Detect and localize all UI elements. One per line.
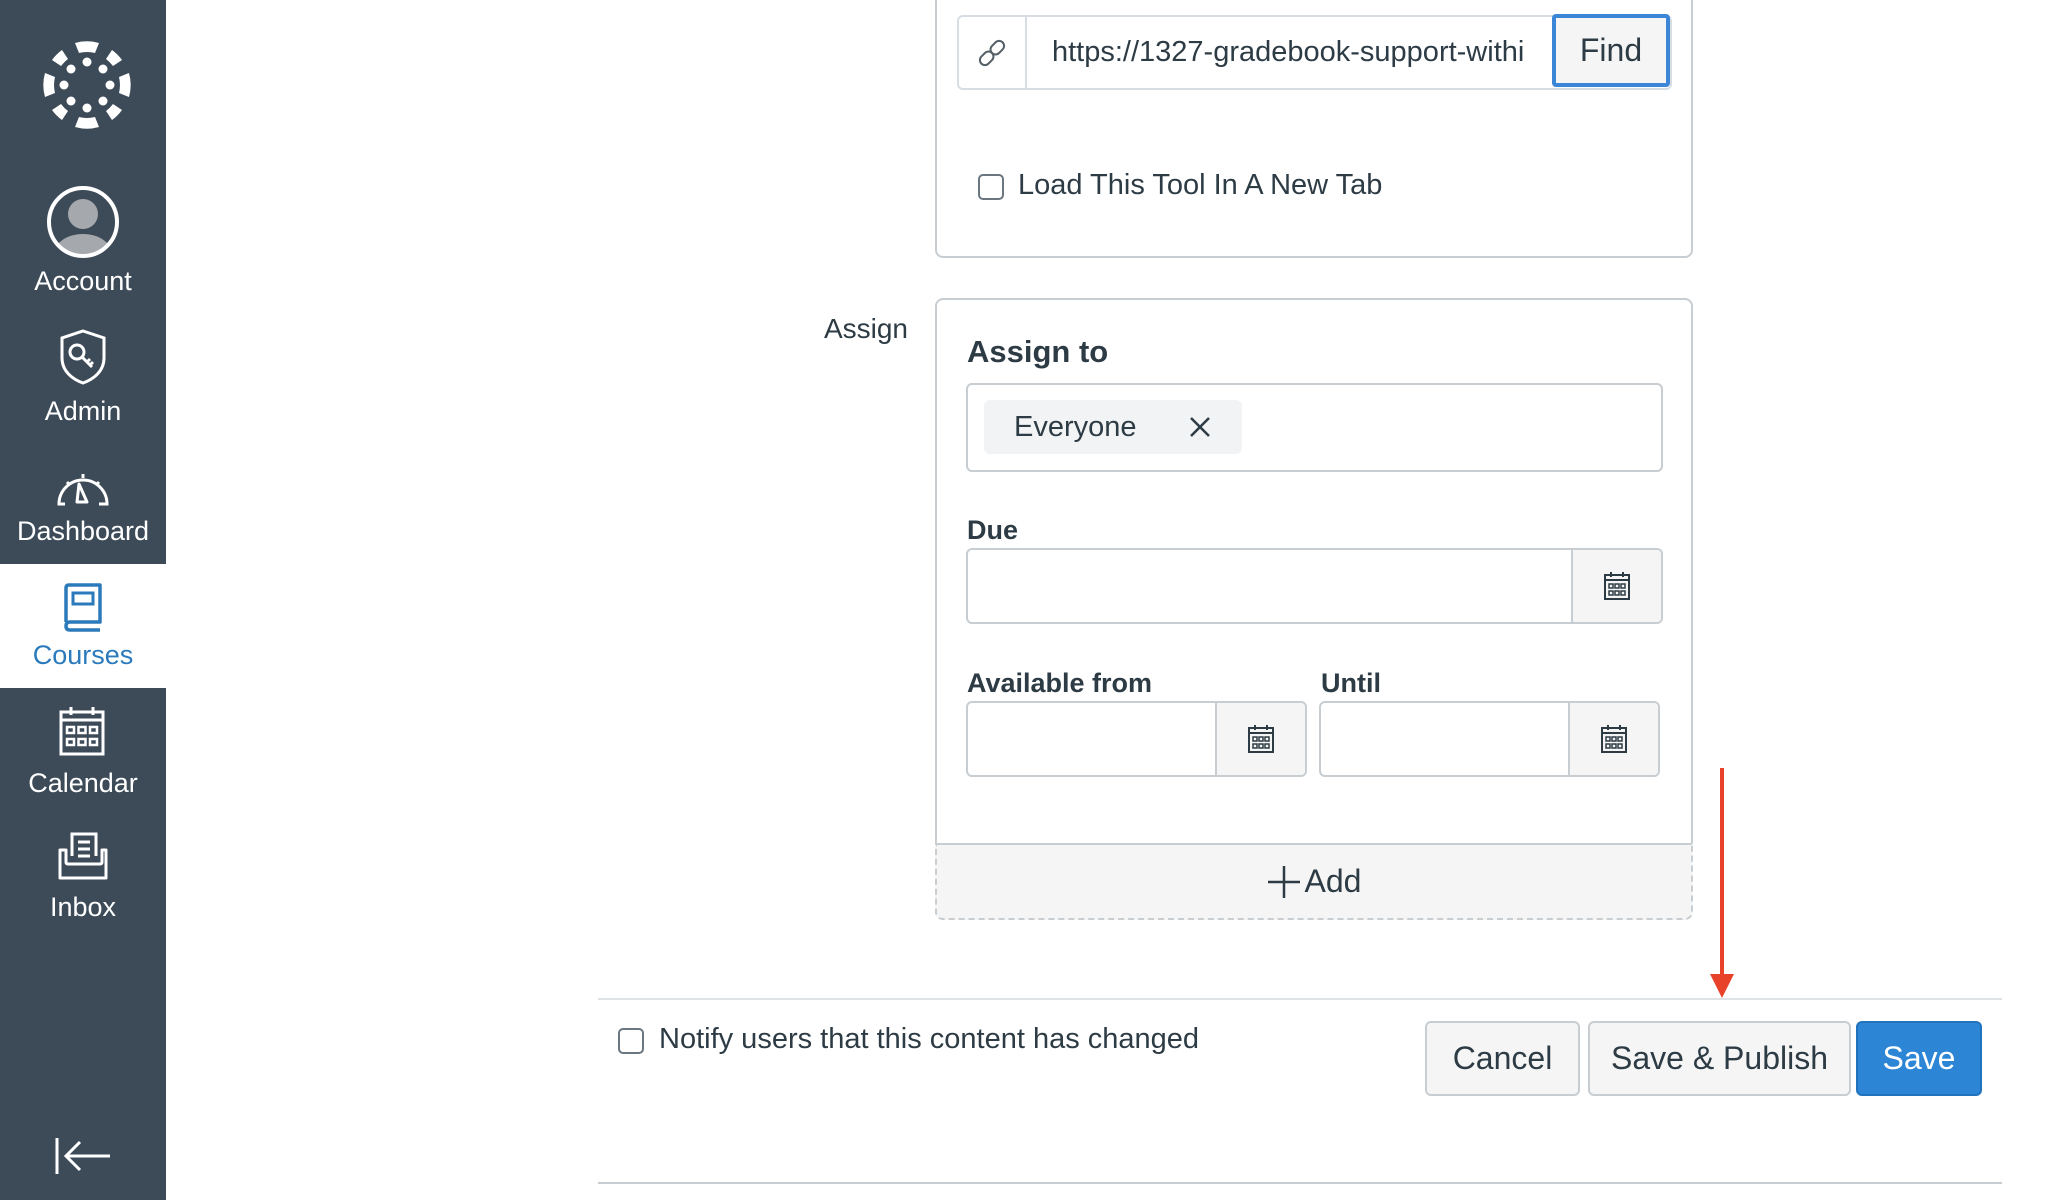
nav-item-account[interactable]: Account	[0, 178, 166, 302]
external-tool-panel: https://1327-gradebook-support-withi Fin…	[935, 0, 1693, 258]
notify-users-checkbox[interactable]	[618, 1028, 644, 1054]
plus-icon	[1267, 865, 1300, 898]
load-new-tab-label: Load This Tool In A New Tab	[1018, 169, 1383, 201]
available-from-label: Available from	[967, 668, 1153, 698]
nav-item-calendar[interactable]: Calendar	[0, 690, 166, 808]
assign-to-heading: Assign to	[967, 334, 1109, 369]
link-addon	[959, 17, 1027, 88]
find-button[interactable]: Find	[1552, 14, 1670, 87]
assignee-chip: Everyone	[984, 400, 1242, 454]
form-divider	[598, 998, 2002, 1000]
cancel-button[interactable]: Cancel	[1425, 1021, 1580, 1096]
nav-item-courses[interactable]: Courses	[0, 564, 166, 688]
collapse-nav-button[interactable]	[54, 1136, 112, 1176]
available-from-field[interactable]	[966, 701, 1307, 777]
canvas-logo-icon[interactable]	[42, 40, 132, 130]
nav-item-dashboard[interactable]: Dashboard	[0, 456, 166, 564]
annotation-arrow-icon	[1710, 768, 1734, 998]
until-field[interactable]	[1319, 701, 1660, 777]
nav-label-calendar: Calendar	[28, 768, 138, 798]
assignee-chip-label: Everyone	[1014, 411, 1137, 443]
assign-panel: Assign to Everyone Due Available from Un…	[935, 298, 1693, 920]
add-assignment-button[interactable]: Add	[935, 843, 1693, 920]
url-input-group: https://1327-gradebook-support-withi Fin…	[957, 14, 1672, 90]
due-label: Due	[967, 515, 1019, 545]
calendar-icon	[1248, 725, 1274, 753]
available-from-calendar-button[interactable]	[1215, 703, 1305, 775]
due-date-field[interactable]	[966, 548, 1663, 624]
url-input[interactable]: https://1327-gradebook-support-withi	[1027, 17, 1552, 88]
notify-users-label: Notify users that this content has chang…	[659, 1023, 1200, 1055]
calendar-icon	[59, 707, 105, 756]
link-icon	[978, 39, 1006, 66]
global-navigation: Account Admin Dashboard Courses Calendar…	[0, 0, 166, 1200]
nav-item-inbox[interactable]: Inbox	[0, 818, 166, 934]
calendar-icon	[1601, 725, 1627, 753]
nav-label-account: Account	[34, 266, 132, 296]
assign-to-input[interactable]: Everyone	[966, 383, 1663, 472]
until-label: Until	[1321, 668, 1381, 698]
calendar-icon	[1604, 572, 1630, 600]
assign-section-label: Assign	[823, 313, 908, 344]
remove-assignee-icon[interactable]	[1189, 416, 1211, 438]
book-icon	[64, 583, 102, 632]
avatar-icon	[47, 186, 119, 258]
speedometer-icon	[57, 474, 109, 506]
add-label: Add	[1304, 863, 1362, 899]
nav-label-inbox: Inbox	[49, 892, 117, 922]
bottom-divider	[598, 1182, 2002, 1184]
nav-label-admin: Admin	[44, 396, 122, 426]
save-button[interactable]: Save	[1856, 1021, 1982, 1096]
nav-item-admin[interactable]: Admin	[0, 318, 166, 436]
collapse-left-icon	[55, 1138, 110, 1174]
url-input-value: https://1327-gradebook-support-withi	[1052, 36, 1525, 68]
nav-label-dashboard: Dashboard	[16, 516, 150, 546]
inbox-icon	[58, 832, 108, 880]
shield-key-icon	[60, 329, 106, 385]
save-and-publish-button[interactable]: Save & Publish	[1588, 1021, 1851, 1096]
due-calendar-button[interactable]	[1571, 550, 1661, 622]
nav-label-courses: Courses	[32, 640, 134, 670]
until-calendar-button[interactable]	[1568, 703, 1658, 775]
load-new-tab-checkbox[interactable]	[978, 174, 1004, 200]
